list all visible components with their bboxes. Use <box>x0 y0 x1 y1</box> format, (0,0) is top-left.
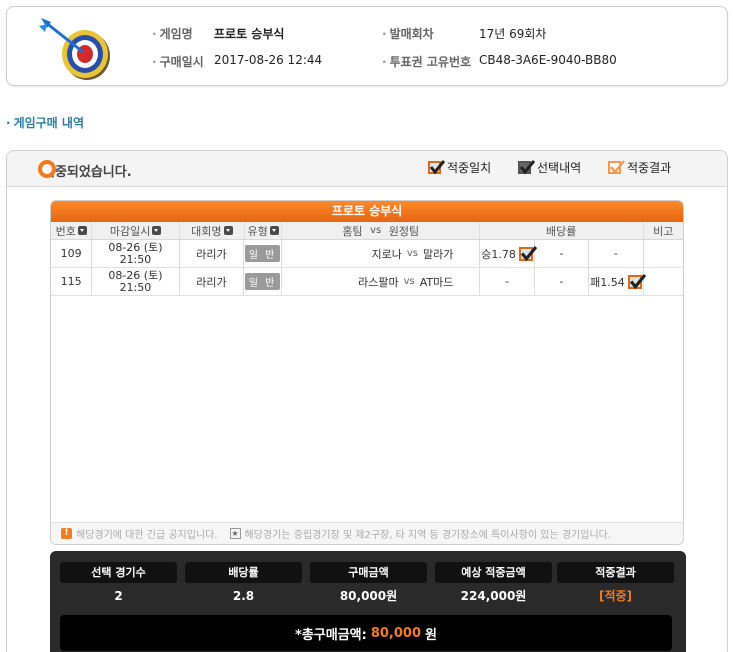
checkbox-checked-icon <box>518 245 537 261</box>
header-type[interactable]: 유형 <box>245 222 283 239</box>
table-header-row: 번호 마감일시 대회명 유형 홈팀 vs 원정팀 배당률 비고 <box>51 222 683 240</box>
row-deadline: 08-26 (토) 21:50 <box>92 268 180 295</box>
game-name-label: 게임명 <box>152 25 193 42</box>
sort-icon[interactable] <box>77 226 87 235</box>
row-league: 라리가 <box>180 268 245 295</box>
legend-match: 적중일치 <box>428 159 491 176</box>
row-odd-win: - <box>480 268 535 295</box>
row-no: 109 <box>51 240 93 267</box>
ticket-info-box: 게임명 프로토 승부식 발매회차 17년 69회차 구매일시 2017-08-2… <box>6 6 728 86</box>
total-amount: 80,000 <box>370 625 421 641</box>
checkbox-checked-icon <box>428 160 445 175</box>
sort-icon[interactable] <box>223 226 233 235</box>
warning-icon: ! <box>61 528 72 539</box>
star-icon: ★ <box>229 528 241 539</box>
purchase-date-label: 구매일시 <box>152 53 204 70</box>
row-match: 지로나 vs 말라가 <box>282 240 481 267</box>
summary-expected-amount: 예상 적중금액 224,000원 <box>435 562 552 607</box>
header-odds: 배당률 <box>480 222 644 239</box>
section-title: 게임구매 내역 <box>6 114 84 131</box>
table-notice: ! 해당경기에 대한 긴급 공지입니다. ★ 해당경기는 중립경기장 및 제2구… <box>51 522 683 544</box>
row-note <box>644 240 683 267</box>
header-league[interactable]: 대회명 <box>180 222 245 239</box>
game-name-value: 프로토 승부식 <box>214 27 285 41</box>
notice-neutral-text: 해당경기는 중립경기장 및 제2구장, 타 지역 등 경기장소에 특이사항이 있… <box>244 530 612 541</box>
summary-games: 선택 경기수 2 <box>60 562 177 607</box>
sort-icon[interactable] <box>269 226 279 235</box>
header-deadline[interactable]: 마감일시 <box>92 222 180 239</box>
row-type: 일 반 <box>244 240 282 267</box>
legend-label: 적중일치 <box>447 161 492 175</box>
row-odd-draw: - <box>535 268 590 295</box>
row-odd-draw: - <box>535 240 590 267</box>
summary-odds: 배당률 2.8 <box>185 562 302 607</box>
type-badge: 일 반 <box>244 245 281 262</box>
row-type: 일 반 <box>244 268 282 295</box>
checkbox-checked-icon <box>627 273 646 289</box>
checkbox-checked-icon <box>608 160 625 174</box>
legend-label: 선택내역 <box>537 161 582 175</box>
round-label: 발매회차 <box>382 25 434 42</box>
row-no: 115 <box>51 268 93 295</box>
purchase-summary: 선택 경기수 2 배당률 2.8 구매금액 80,000원 예상 적중금액 22… <box>50 551 686 652</box>
game-table: 프로토 승부식 번호 마감일시 대회명 유형 홈팀 vs 원정팀 배당률 비고 … <box>50 200 684 545</box>
summary-result: 적중결과 [적중] <box>557 562 674 607</box>
table-row: 115 08-26 (토) 21:50 라리가 일 반 라스팔마 vs AT마드 - … <box>51 268 683 296</box>
table-row: 109 08-26 (토) 21:50 라리가 일 반 지로나 vs 말라가 승1.7… <box>51 240 683 268</box>
result-status-text: 적중되었습니다. <box>43 165 132 180</box>
result-ring-icon <box>38 160 56 178</box>
header-match: 홈팀 vs 원정팀 <box>282 222 480 239</box>
row-league: 라리가 <box>180 240 245 267</box>
row-match: 라스팔마 vs AT마드 <box>282 268 481 295</box>
legend-selection: 선택내역 <box>518 159 581 176</box>
sort-icon[interactable] <box>152 226 162 235</box>
row-odd-win: 승1.78 <box>480 240 537 267</box>
round-value: 17년 69회차 <box>479 27 547 41</box>
purchase-date-value: 2017-08-26 12:44 <box>214 53 323 67</box>
row-odd-lose: 패1.54 <box>589 268 646 295</box>
total-purchase-bar: *총구매금액: 80,000 원 <box>60 615 672 651</box>
ticket-id-label: 투표권 고유번호 <box>382 53 471 70</box>
checkbox-checked-icon <box>518 160 535 175</box>
header-no[interactable]: 번호 <box>51 222 93 239</box>
header-note: 비고 <box>653 224 674 238</box>
row-note <box>644 268 683 295</box>
legend-label: 적중결과 <box>627 161 672 175</box>
notice-urgent-text: 해당경기에 대한 긴급 공지입니다. <box>76 530 218 541</box>
row-odd-lose: - <box>589 240 644 267</box>
ticket-id-value: CB48-3A6E-9040-BB80 <box>479 53 617 67</box>
table-title: 프로토 승부식 <box>51 201 683 222</box>
type-badge: 일 반 <box>244 273 281 290</box>
total-label: *총구매금액: <box>295 627 367 643</box>
summary-purchase-amount: 구매금액 80,000원 <box>310 562 427 607</box>
target-icon <box>39 18 110 80</box>
legend-result: 적중결과 <box>608 159 671 176</box>
row-deadline: 08-26 (토) 21:50 <box>92 240 180 267</box>
total-unit: 원 <box>425 627 437 643</box>
